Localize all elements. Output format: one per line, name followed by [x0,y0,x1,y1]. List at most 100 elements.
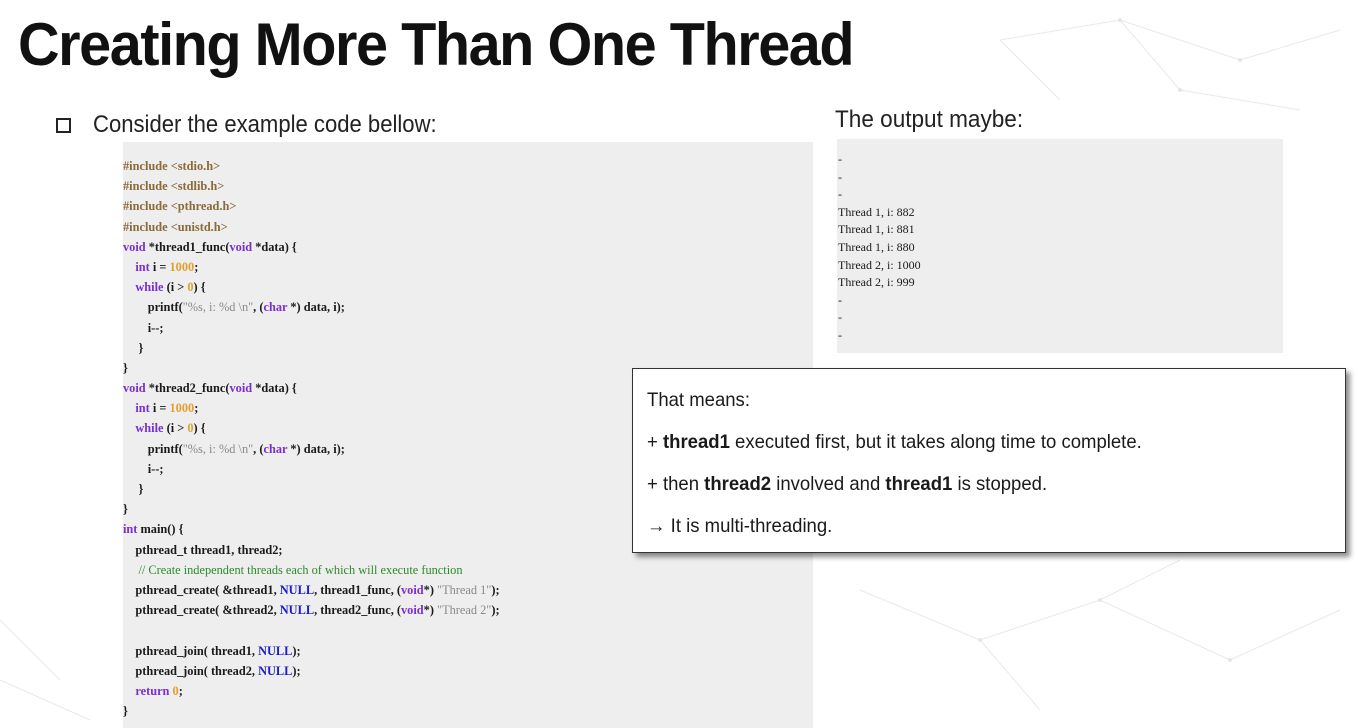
code-line: pthread_join( thread1, NULL); [123,641,779,661]
code-token: printf( [123,440,183,456]
code-token: "Thread 2" [437,602,492,618]
code-line: return 0; [123,681,779,701]
bullet-text: Consider the example code bellow: [93,111,437,138]
code-line: #include <unistd.h> [123,217,779,237]
code-token: ) { [193,420,206,436]
output-line: Thread 1, i: 881 [838,222,915,237]
code-token: , thread1_func, ( [314,581,401,597]
code-token: NULL [258,662,293,678]
output-line: Thread 1, i: 880 [838,239,915,254]
code-token: ) { [193,279,206,295]
thread1-term: thread1 [885,473,953,495]
code-token: } [123,359,128,375]
output-line: Thread 2, i: 999 [838,275,915,290]
code-token: , thread2_func, ( [314,602,401,618]
code-token: void [400,602,424,618]
code-token: void [123,380,146,396]
line1-rest: executed first, but it takes along time … [729,431,1142,453]
code-line: i--; [123,318,779,338]
code-token: while [135,420,164,436]
code-token: pthread_join( thread1, [123,642,259,658]
output-line: - [838,169,842,184]
code-token: *) [423,602,438,618]
line2-rest: is stopped. [952,473,1048,495]
code-token: , ( [253,299,264,315]
code-line: #include <stdlib.h> [123,176,779,196]
code-line: #include <pthread.h> [123,196,779,216]
code-token: char [263,299,288,315]
code-line: // Create independent threads each of wh… [123,560,779,580]
slide-title: Creating More Than One Thread [18,11,855,78]
code-token: NULL [279,602,315,618]
output-line: - [838,310,842,325]
code-token: ; [194,258,199,274]
code-token: ); [491,581,500,597]
thread2-term: thread2 [704,473,772,495]
code-token: while [135,279,164,295]
code-token: } [123,481,144,496]
code-token: i = [149,400,170,416]
code-token: } [123,501,128,517]
code-token: 1000 [169,258,195,274]
code-token: void [229,238,253,254]
line1-prefix: + [647,431,663,453]
code-token: , ( [253,440,264,456]
code-token: #include <pthread.h> [123,198,237,214]
code-token: *) [423,581,438,597]
code-token: (i > [163,279,188,295]
code-token: *) data, i); [287,299,345,315]
code-token: ); [292,642,301,658]
code-token: ; [194,400,199,416]
code-line: pthread_create( &thread1, NULL, thread1_… [123,580,779,600]
code-token: #include <stdlib.h> [123,178,225,194]
code-token: int [135,258,150,274]
code-token: NULL [258,642,293,658]
code-token: i--; [123,460,164,476]
code-token: void [400,581,424,597]
output-line: - [838,187,842,202]
code-token: } [123,339,144,355]
output-line: Thread 1, i: 882 [838,204,915,219]
code-line: } [123,338,779,358]
code-token: (i > [163,420,188,436]
code-token: *thread2_func( [145,380,230,396]
line2-prefix: + then [647,473,705,495]
code-token: ; [178,682,183,698]
code-line: #include <stdio.h> [123,156,779,176]
code-token: ); [292,662,301,678]
bullet-item: Consider the example code bellow: [56,109,467,141]
code-token: #include <unistd.h> [123,218,228,234]
code-line: int i = 1000; [123,257,779,277]
code-token: "Thread 1" [437,581,492,597]
code-token: return [135,682,170,698]
explanation-box: That means: + thread1 executed first, bu… [632,368,1346,553]
line2-mid: involved and [771,473,886,495]
code-line: } [123,701,779,721]
code-token: NULL [279,581,315,597]
code-token: pthread_t thread1, thread2; [123,541,283,557]
code-token: pthread_join( thread2, [123,662,259,678]
code-token: void [123,238,146,254]
code-line: pthread_join( thread2, NULL); [123,661,779,681]
explanation-conclusion: → It is multi-threading. [647,515,833,537]
code-token: } [123,703,128,719]
code-line: while (i > 0) { [123,277,779,297]
code-token: pthread_create( &thread1, [123,581,280,597]
code-token: pthread_create( &thread2, [123,602,280,618]
explanation-line-1: + thread1 executed first, but it takes a… [647,425,1310,467]
explanation-heading: That means: [647,389,750,411]
output-line: - [838,292,842,307]
code-token: // Create independent threads each of wh… [138,561,463,577]
code-token: printf( [123,299,183,315]
code-token: #include <stdio.h> [123,158,221,173]
code-line: pthread_create( &thread2, NULL, thread2_… [123,600,779,620]
code-token: i = [149,258,170,274]
code-token: 1000 [169,400,195,416]
code-token: *data) { [252,380,297,396]
code-token: *thread1_func( [145,238,230,254]
code-token: main() { [137,521,184,537]
